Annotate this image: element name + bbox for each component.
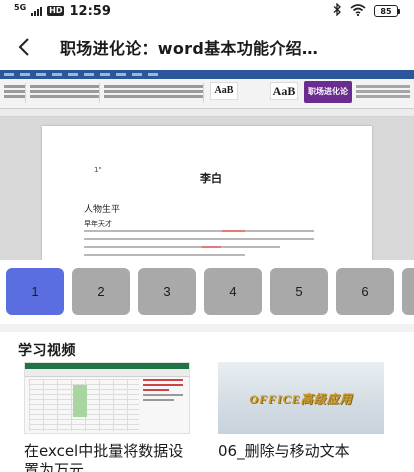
battery-icon: 85 (374, 5, 400, 17)
episode-selector: 1 2 3 4 5 6 (0, 268, 414, 316)
page-title: 职场进化论：word基本功能介绍… (60, 39, 319, 58)
clock: 12:59 (69, 3, 111, 19)
episode-button-2[interactable]: 2 (72, 268, 130, 315)
video-card-title[interactable]: 06_删除与移动文本 (218, 442, 384, 472)
wifi-icon (350, 3, 366, 19)
status-bar: 5G HD 12:59 85 (0, 0, 414, 22)
hd-badge: HD (47, 6, 65, 16)
video-card[interactable]: OFFICE高级应用 06_删除与移动文本 (218, 362, 384, 472)
status-right: 85 (333, 2, 400, 19)
document-tab-bar (0, 109, 414, 117)
bluetooth-icon (333, 2, 342, 19)
style-sample: AaB (210, 82, 238, 100)
document-page: 1" 李白 人物生平 早年天才 (42, 126, 372, 260)
section-divider (0, 324, 414, 332)
doc-heading: 人物生平 (84, 205, 121, 215)
video-thumbnail[interactable] (24, 362, 190, 434)
episode-button-1[interactable]: 1 (6, 268, 64, 315)
section-title: 学习视频 (18, 343, 76, 359)
episode-button-4[interactable]: 4 (204, 268, 262, 315)
network-type: 5G (14, 2, 27, 12)
video-card[interactable]: 在excel中批量将数据设置为万元… (24, 362, 190, 472)
back-button[interactable] (0, 28, 48, 66)
status-left: 5G HD 12:59 (14, 2, 111, 19)
video-player[interactable]: AaB AaB 职场进化论 1" 李白 人物生平 早年天才 (0, 70, 414, 260)
video-card-title[interactable]: 在excel中批量将数据设置为万元… (24, 442, 190, 472)
style-sample-large: AaB (270, 82, 298, 100)
doc-subheading: 早年天才 (84, 220, 112, 228)
episode-button-next[interactable] (402, 268, 414, 315)
video-logo: 职场进化论 (304, 81, 352, 103)
chevron-left-icon (18, 38, 29, 56)
episode-button-6[interactable]: 6 (336, 268, 394, 315)
title-bar: 职场进化论：word基本功能介绍… (0, 28, 414, 66)
battery-level: 85 (374, 5, 398, 17)
word-ribbon: AaB AaB 职场进化论 (0, 79, 414, 109)
thumbnail-title: OFFICE高级应用 (249, 392, 353, 406)
episode-button-3[interactable]: 3 (138, 268, 196, 315)
word-ribbon-tabs (0, 70, 414, 79)
video-thumbnail[interactable]: OFFICE高级应用 (218, 362, 384, 434)
doc-body-lines (84, 230, 314, 260)
episode-button-5[interactable]: 5 (270, 268, 328, 315)
doc-title: 李白 (200, 172, 222, 185)
signal-icon (31, 6, 43, 16)
doc-cursor: 1" (94, 166, 102, 174)
